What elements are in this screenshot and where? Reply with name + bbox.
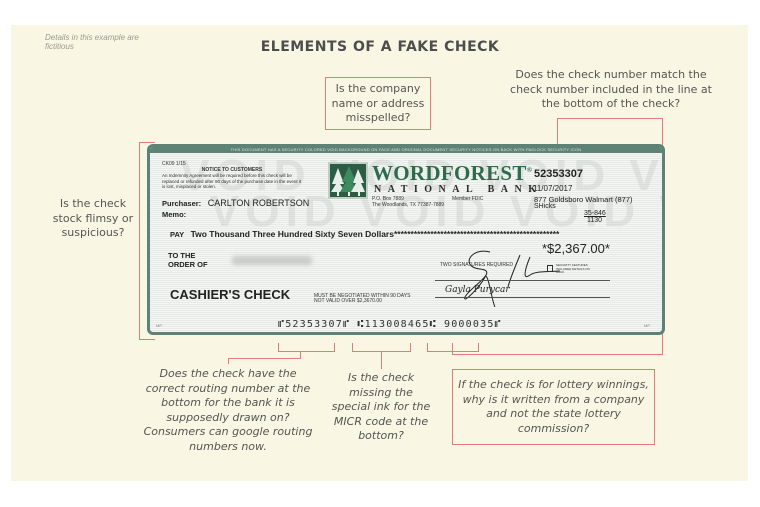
- corner-mark: MP: [644, 323, 650, 328]
- routing-fraction-top: 35-846: [584, 210, 606, 217]
- bank-name: WORDFOREST®: [372, 161, 533, 185]
- member-fdic: Member FDIC: [452, 196, 484, 202]
- corner-mark: MP: [156, 323, 162, 328]
- bank-subtitle: NATIONAL BANK: [374, 184, 543, 195]
- connector-line: [452, 343, 453, 355]
- connector-line: [410, 343, 411, 352]
- connector-line: [478, 343, 479, 352]
- purchaser-row: Purchaser: CARLTON ROBERTSON: [162, 198, 309, 208]
- check-date: 11/07/2017: [533, 184, 573, 193]
- fake-check: THIS DOCUMENT HAS A SECURITY COLORED VOI…: [147, 144, 665, 335]
- check-type: CASHIER'S CHECK: [170, 287, 291, 302]
- callout-micr-ink: Is the check missing the special ink for…: [331, 371, 431, 442]
- bank-logo-icon: [328, 162, 368, 199]
- signature-name: Gayla Purycar: [445, 285, 510, 295]
- callout-lottery: If the check is for lottery winnings, wh…: [452, 369, 655, 445]
- pay-label: PAY: [170, 230, 185, 239]
- connector-line: [334, 343, 335, 352]
- registered-mark: ®: [526, 166, 533, 174]
- clerk-name: SHicks: [534, 203, 556, 210]
- callout-lottery-text: If the check is for lottery winnings, wh…: [458, 378, 649, 435]
- connector-line: [139, 339, 155, 340]
- connector-line: [452, 354, 663, 355]
- purchaser-label: Purchaser:: [162, 199, 202, 208]
- notice-body: An Indemnity Agreement will be required …: [162, 173, 302, 189]
- callout-routing-number: Does the check have the correct routing …: [143, 367, 313, 453]
- connector-line: [557, 118, 663, 119]
- connector-line: [139, 142, 140, 340]
- micr-line: ⑈52353307⑈ ⑆113008465⑆ 9000035⑈: [278, 319, 502, 330]
- payee-name-redacted: [232, 256, 312, 265]
- connector-line: [278, 351, 335, 352]
- check-number: 52353307: [534, 168, 583, 180]
- padlock-icon: [547, 265, 553, 272]
- callout-company-name: Is the company name or address misspelle…: [325, 77, 431, 130]
- bank-address-2: The Woodlands, TX 77387-7889: [372, 202, 445, 208]
- connector-line: [381, 351, 382, 369]
- connector-line: [228, 358, 301, 359]
- order-label-1: TO THE: [168, 251, 196, 260]
- padlock-text: SECURITY FEATURES INCLUDED DETAILS ON BA…: [556, 263, 590, 274]
- connector-line: [228, 358, 229, 364]
- negotiate-line-2: NOT VALID OVER $2,3670.00: [314, 298, 382, 304]
- infographic-title: ELEMENTS OF A FAKE CHECK: [260, 39, 500, 55]
- signature-line: [435, 280, 610, 281]
- routing-fraction-bottom: 1130: [587, 217, 603, 224]
- callout-company-name-text: Is the company name or address misspelle…: [331, 82, 425, 124]
- memo-label: Memo:: [162, 210, 187, 219]
- pay-row: PAY Two Thousand Three Hundred Sixty Sev…: [170, 229, 559, 239]
- callout-check-number: Does the check number match the check nu…: [510, 68, 712, 110]
- signature-line: [435, 297, 610, 298]
- connector-line: [139, 142, 155, 143]
- amount-in-words: Two Thousand Three Hundred Sixty Seven D…: [190, 229, 560, 239]
- callout-check-stock: Is the check stock flimsy or suspicious?: [52, 197, 134, 239]
- purchaser-name: CARLTON ROBERTSON: [207, 198, 310, 208]
- order-label-2: ORDER OF: [168, 260, 208, 269]
- connector-line: [427, 351, 478, 352]
